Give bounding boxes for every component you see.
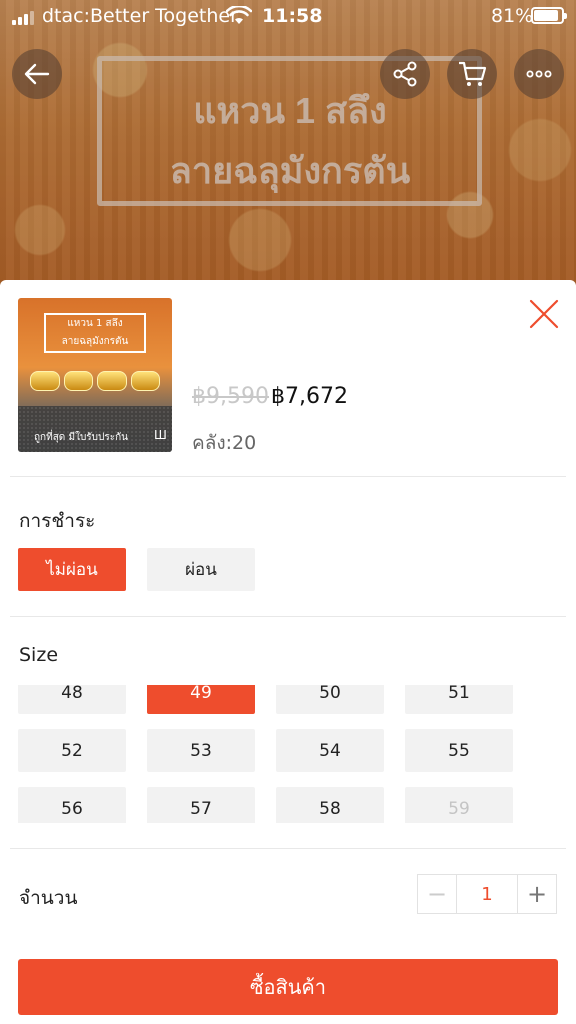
size-option-51[interactable]: 51 xyxy=(405,685,513,714)
thumbnail-title-line1: แหวน 1 สลึง xyxy=(67,318,123,329)
increase-quantity-button[interactable]: + xyxy=(518,875,556,913)
divider xyxy=(10,616,566,617)
status-time: 11:58 xyxy=(262,5,323,27)
thumbnail-title-line2: ลายฉลุมังกรตัน xyxy=(61,336,129,347)
size-option-53[interactable]: 53 xyxy=(147,729,255,772)
brand-logo-icon: Ш xyxy=(154,428,167,442)
size-label: Size xyxy=(19,644,59,666)
divider xyxy=(10,476,566,477)
cart-button[interactable] xyxy=(447,49,497,99)
back-button[interactable] xyxy=(12,49,62,99)
overlay-dim[interactable] xyxy=(0,0,576,290)
cart-icon xyxy=(459,61,487,86)
share-button[interactable] xyxy=(380,49,430,99)
quantity-stepper: − 1 + xyxy=(417,874,557,914)
quantity-input[interactable]: 1 xyxy=(456,875,518,913)
size-option-48[interactable]: 48 xyxy=(18,685,126,714)
size-option-56[interactable]: 56 xyxy=(18,787,126,823)
size-option-54[interactable]: 54 xyxy=(276,729,384,772)
wifi-icon xyxy=(226,6,252,24)
thumbnail-glitter-band xyxy=(18,406,172,452)
payment-option-installment[interactable]: ผ่อน xyxy=(147,548,255,591)
size-option-58[interactable]: 58 xyxy=(276,787,384,823)
sale-price: ฿7,672 xyxy=(271,384,348,409)
carrier-name: dtac:Better Together xyxy=(42,5,238,27)
original-price: ฿9,590 xyxy=(192,384,269,409)
payment-label: การชำระ xyxy=(19,510,96,532)
payment-option-no-installment[interactable]: ไม่ผ่อน xyxy=(18,548,126,591)
close-icon[interactable] xyxy=(528,298,560,330)
size-options-scroll[interactable]: 48 49 50 51 52 53 54 55 56 57 58 59 xyxy=(0,685,576,823)
size-option-57[interactable]: 57 xyxy=(147,787,255,823)
divider xyxy=(10,848,566,849)
size-option-52[interactable]: 52 xyxy=(18,729,126,772)
stock-count: คลัง:20 xyxy=(192,432,257,454)
more-icon xyxy=(526,70,552,78)
size-option-59: 59 xyxy=(405,787,513,823)
battery-icon xyxy=(531,7,567,24)
decrease-quantity-button[interactable]: − xyxy=(418,875,456,913)
more-button[interactable] xyxy=(514,49,564,99)
size-option-50[interactable]: 50 xyxy=(276,685,384,714)
product-thumbnail: แหวน 1 สลึง ลายฉลุมังกรตัน ถูกที่สุด มีใ… xyxy=(18,298,172,452)
back-arrow-icon xyxy=(24,63,50,85)
share-icon xyxy=(393,61,417,87)
product-options-sheet: แหวน 1 สลึง ลายฉลุมังกรตัน ถูกที่สุด มีใ… xyxy=(0,280,576,1024)
thumbnail-caption: ถูกที่สุด มีใบรับประกัน xyxy=(34,432,128,443)
battery-percent: 81% xyxy=(491,5,534,27)
buy-now-button[interactable]: ซื้อสินค้า xyxy=(18,959,558,1015)
thumbnail-rings xyxy=(30,371,160,391)
size-option-49[interactable]: 49 xyxy=(147,685,255,714)
signal-icon xyxy=(12,11,36,25)
status-bar: dtac:Better Together 11:58 81% xyxy=(0,0,576,34)
size-option-55[interactable]: 55 xyxy=(405,729,513,772)
quantity-label: จำนวน xyxy=(19,887,78,909)
